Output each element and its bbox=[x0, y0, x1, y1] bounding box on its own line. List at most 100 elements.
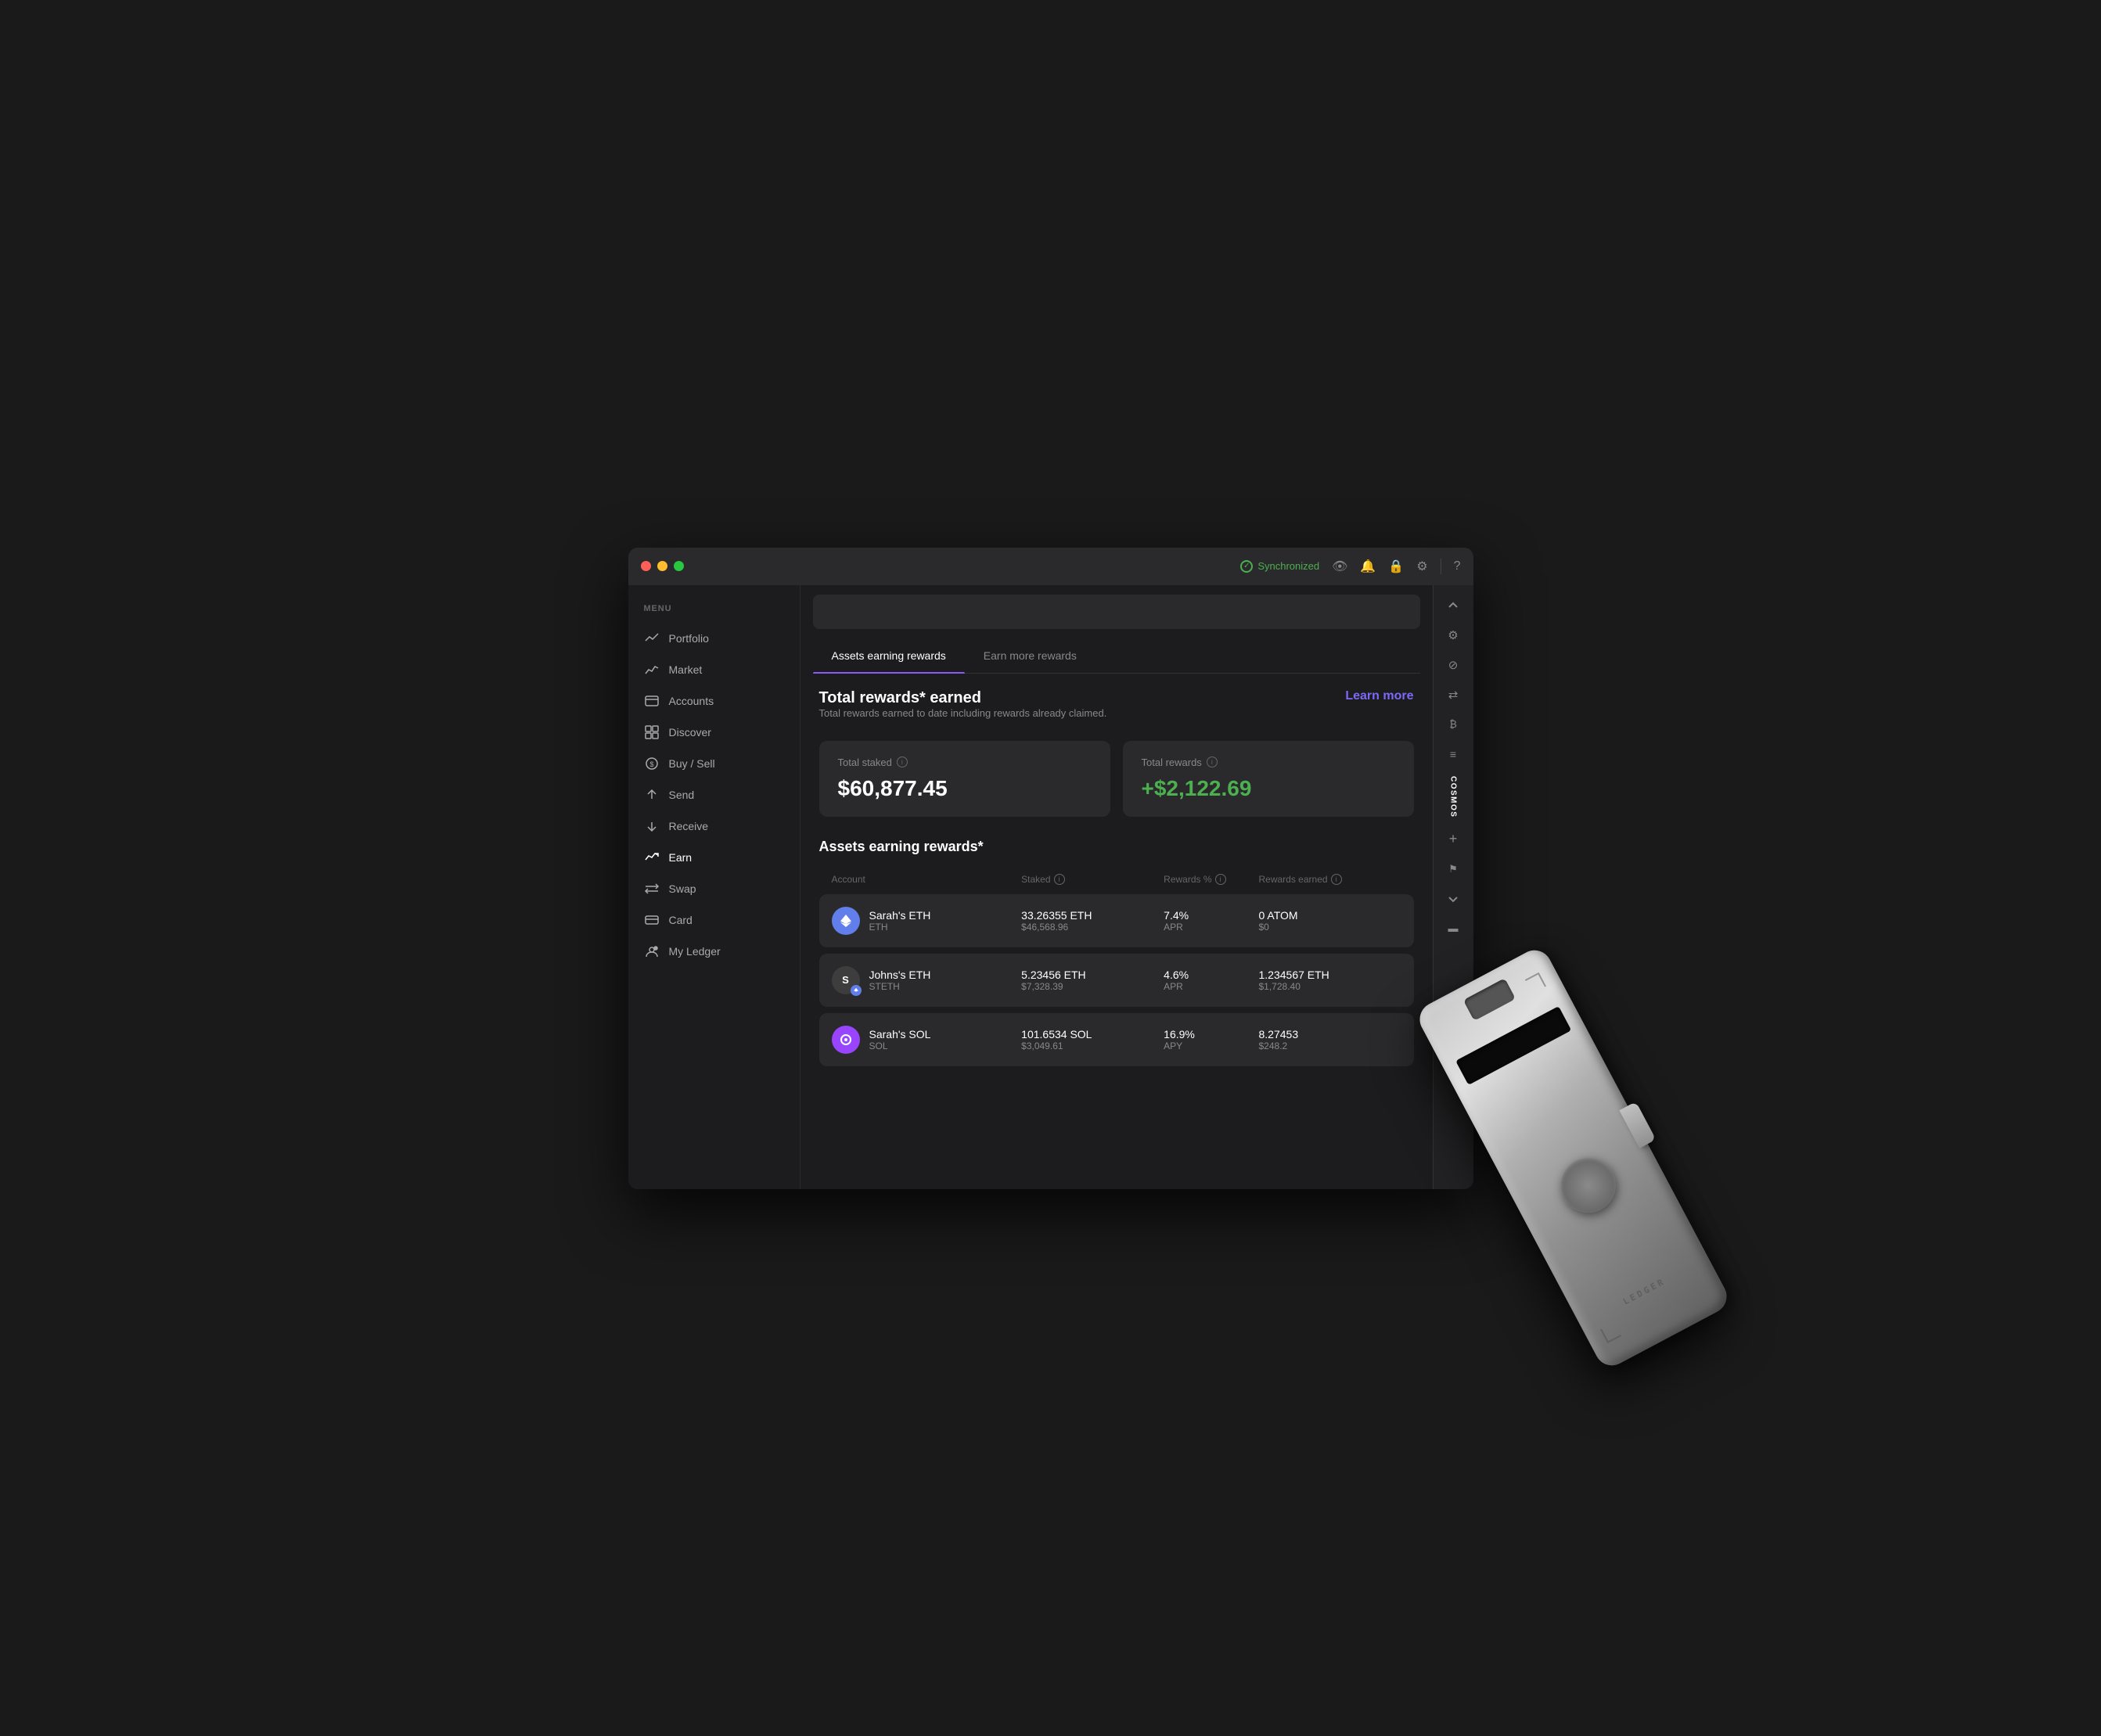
bracket-bl bbox=[1600, 1322, 1621, 1343]
assets-title: Assets earning rewards* bbox=[819, 839, 1414, 855]
col-rewards-earned: Rewards earned i bbox=[1259, 874, 1401, 885]
total-staked-card: Total staked i $60,877.45 bbox=[819, 741, 1110, 817]
title-bar-right: ✓ Synchronized 👁 🔔 🔒 ⚙ ? bbox=[1240, 559, 1460, 574]
asset-info-2: Sarah's SOL SOL bbox=[832, 1026, 1022, 1054]
sidebar-buysell-label: Buy / Sell bbox=[669, 757, 715, 770]
plus-btn[interactable]: + bbox=[1439, 825, 1467, 854]
bitcoin-btn[interactable]: ₿ bbox=[1439, 710, 1467, 739]
asset-name-2: Sarah's SOL bbox=[869, 1028, 931, 1041]
staked-amount-1: 5.23456 ETH bbox=[1021, 969, 1164, 981]
staked-fiat-2: $3,049.61 bbox=[1021, 1041, 1164, 1051]
lock-icon[interactable]: 🔒 bbox=[1388, 559, 1404, 574]
sidebar: MENU Portfolio Market bbox=[628, 585, 800, 1189]
rewards-earned-value-0: 0 ATOM bbox=[1259, 909, 1401, 922]
rect-btn[interactable]: ▬ bbox=[1439, 915, 1467, 943]
gear-icon[interactable]: ⚙ bbox=[1416, 559, 1427, 574]
menu-label: MENU bbox=[628, 598, 800, 623]
sidebar-item-swap[interactable]: Swap bbox=[628, 873, 800, 904]
avatar-eth-0 bbox=[832, 907, 860, 935]
sidebar-portfolio-label: Portfolio bbox=[669, 632, 709, 645]
layers-btn[interactable]: ≡ bbox=[1439, 740, 1467, 768]
asset-name-0: Sarah's ETH bbox=[869, 909, 931, 922]
stats-row: Total staked i $60,877.45 Total rewards … bbox=[819, 741, 1414, 817]
table-row[interactable]: Sarah's ETH ETH 33.26355 ETH $46,568.96 … bbox=[819, 894, 1414, 947]
rewards-earned-value-1: 1.234567 ETH bbox=[1259, 969, 1401, 981]
tab-earn-more[interactable]: Earn more rewards bbox=[965, 638, 1095, 673]
asset-name-1: Johns's ETH bbox=[869, 969, 931, 981]
gear-btn-right[interactable]: ⚙ bbox=[1439, 621, 1467, 649]
tabs: Assets earning rewards Earn more rewards bbox=[813, 638, 1420, 674]
sidebar-item-earn[interactable]: Earn bbox=[628, 842, 800, 873]
ledger-brand: LEDGER bbox=[1621, 1276, 1667, 1306]
rewards-earned-col-info[interactable]: i bbox=[1331, 874, 1342, 885]
table-row[interactable]: Sarah's SOL SOL 101.6534 SOL $3,049.61 1… bbox=[819, 1013, 1414, 1066]
table-header: Account Staked i Rewards % i Rewards ear… bbox=[819, 868, 1414, 891]
earn-icon bbox=[644, 850, 660, 865]
sidebar-item-receive[interactable]: Receive bbox=[628, 810, 800, 842]
asset-details-0: Sarah's ETH ETH bbox=[869, 909, 931, 933]
sidebar-item-send[interactable]: Send bbox=[628, 779, 800, 810]
chevron-up-btn[interactable] bbox=[1439, 591, 1467, 620]
rewards-type-2: APY bbox=[1164, 1041, 1258, 1051]
sidebar-item-portfolio[interactable]: Portfolio bbox=[628, 623, 800, 654]
rewards-earned-1: 1.234567 ETH $1,728.40 bbox=[1259, 969, 1401, 992]
shuffle-btn[interactable]: ⇄ bbox=[1439, 681, 1467, 709]
chevron-down-btn[interactable] bbox=[1439, 885, 1467, 913]
eye-icon[interactable]: 👁 bbox=[1332, 559, 1347, 574]
main-window: ✓ Synchronized 👁 🔔 🔒 ⚙ ? MENU bbox=[628, 548, 1473, 1189]
total-staked-value: $60,877.45 bbox=[838, 776, 1092, 801]
rewards-earned-0: 0 ATOM $0 bbox=[1259, 909, 1401, 933]
rewards-earned-fiat-0: $0 bbox=[1259, 922, 1401, 933]
window-controls bbox=[641, 561, 684, 571]
table-row[interactable]: S Johns's ETH STETH 5.23456 ET bbox=[819, 954, 1414, 1007]
staked-fiat-1: $7,328.39 bbox=[1021, 981, 1164, 992]
col-staked: Staked i bbox=[1021, 874, 1164, 885]
tab-assets-earning[interactable]: Assets earning rewards bbox=[813, 638, 965, 673]
sidebar-discover-label: Discover bbox=[669, 726, 711, 739]
total-rewards-value: +$2,122.69 bbox=[1142, 776, 1395, 801]
staked-1: 5.23456 ETH $7,328.39 bbox=[1021, 969, 1164, 992]
staked-col-info[interactable]: i bbox=[1054, 874, 1065, 885]
content-area: Assets earning rewards Earn more rewards… bbox=[800, 585, 1433, 1189]
col-rewards-pct: Rewards % i bbox=[1164, 874, 1258, 885]
rewards-pct-col-info[interactable]: i bbox=[1215, 874, 1226, 885]
ledger-side-button bbox=[1619, 1101, 1656, 1148]
bell-icon[interactable]: 🔔 bbox=[1360, 559, 1376, 574]
avatar-sol-2 bbox=[832, 1026, 860, 1054]
cosmos-label: Cosmos bbox=[1449, 770, 1458, 824]
sidebar-send-label: Send bbox=[669, 789, 695, 801]
staked-info-icon[interactable]: i bbox=[897, 757, 908, 767]
minimize-button[interactable] bbox=[657, 561, 667, 571]
asset-ticker-1: STETH bbox=[869, 981, 931, 992]
title-bar-icons: 👁 🔔 🔒 ⚙ ? bbox=[1332, 559, 1460, 574]
rewards-pct-0: 7.4% APR bbox=[1164, 909, 1258, 933]
sidebar-item-buysell[interactable]: $ Buy / Sell bbox=[628, 748, 800, 779]
help-icon[interactable]: ? bbox=[1454, 559, 1461, 573]
total-rewards-card: Total rewards i +$2,122.69 bbox=[1123, 741, 1414, 817]
close-button[interactable] bbox=[641, 561, 651, 571]
flag-btn[interactable]: ⚑ bbox=[1439, 855, 1467, 883]
rewards-info-icon[interactable]: i bbox=[1207, 757, 1218, 767]
discover-icon bbox=[644, 724, 660, 740]
search-bar[interactable] bbox=[813, 595, 1420, 629]
ledger-round-button bbox=[1550, 1148, 1624, 1222]
rewards-header: Total rewards* earned Total rewards earn… bbox=[819, 689, 1414, 735]
learn-more-link[interactable]: Learn more bbox=[1345, 689, 1413, 703]
sidebar-item-myledger[interactable]: My Ledger bbox=[628, 936, 800, 967]
sidebar-item-accounts[interactable]: Accounts bbox=[628, 685, 800, 717]
avatar-steth-1: S bbox=[832, 966, 860, 994]
swap-icon bbox=[644, 881, 660, 897]
maximize-button[interactable] bbox=[674, 561, 684, 571]
sync-icon: ✓ bbox=[1240, 560, 1253, 573]
rewards-title-group: Total rewards* earned Total rewards earn… bbox=[819, 689, 1107, 735]
sidebar-item-discover[interactable]: Discover bbox=[628, 717, 800, 748]
staked-amount-2: 101.6534 SOL bbox=[1021, 1028, 1164, 1041]
ban-btn[interactable]: ⊘ bbox=[1439, 651, 1467, 679]
sidebar-item-market[interactable]: Market bbox=[628, 654, 800, 685]
title-bar: ✓ Synchronized 👁 🔔 🔒 ⚙ ? bbox=[628, 548, 1473, 585]
sidebar-item-card[interactable]: Card bbox=[628, 904, 800, 936]
sync-status: ✓ Synchronized bbox=[1240, 560, 1319, 573]
market-icon bbox=[644, 662, 660, 678]
rewards-pct-value-2: 16.9% bbox=[1164, 1028, 1258, 1041]
buysell-icon: $ bbox=[644, 756, 660, 771]
